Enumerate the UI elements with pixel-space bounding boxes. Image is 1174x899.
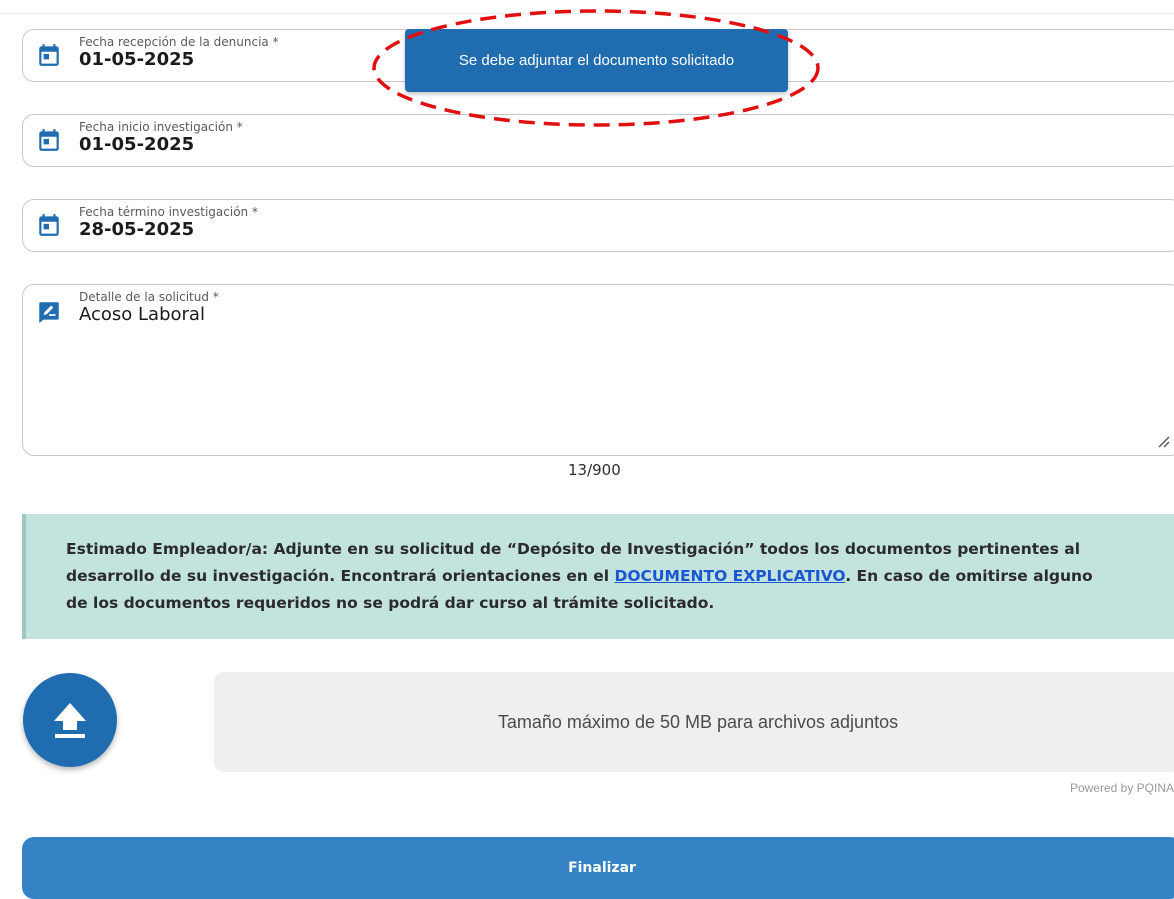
notice-box: Estimado Empleador/a: Adjunte en su soli… [22, 514, 1174, 639]
finalize-button[interactable]: Finalizar [22, 837, 1174, 899]
documento-explicativo-link[interactable]: DOCUMENTO EXPLICATIVO [615, 567, 846, 585]
character-counter: 13/900 [568, 461, 621, 479]
field-label: Detalle de la solicitud * [79, 290, 219, 304]
notice-line-1: Estimado Empleador/a: Adjunte en su soli… [66, 540, 1081, 558]
resize-handle-icon[interactable] [1155, 433, 1171, 449]
annotation-highlight-ellipse [372, 9, 820, 127]
powered-by-link[interactable]: Powered by PQINA [1070, 781, 1174, 795]
file-drop-zone[interactable]: Tamaño máximo de 50 MB para archivos adj… [214, 672, 1174, 772]
field-value: Acoso Laboral [79, 304, 205, 325]
calendar-icon[interactable] [36, 212, 62, 238]
upload-button[interactable] [23, 673, 117, 767]
edit-note-icon [39, 302, 59, 323]
field-label: Fecha término investigación * [79, 205, 258, 219]
notice-line-2: desarrollo de su investigación. Encontra… [66, 563, 1174, 590]
fecha-termino-field[interactable]: Fecha término investigación * 28-05-2025 [22, 199, 1174, 252]
upload-icon [54, 703, 86, 738]
notice-line-3: de los documentos requeridos no se podrá… [66, 594, 715, 612]
detalle-solicitud-textarea[interactable]: Detalle de la solicitud * Acoso Laboral [22, 284, 1174, 456]
field-value: 28-05-2025 [79, 219, 195, 240]
notice-text: desarrollo de su investigación. Encontra… [66, 567, 615, 585]
finalize-label: Finalizar [568, 860, 636, 876]
drop-zone-label: Tamaño máximo de 50 MB para archivos adj… [497, 711, 899, 732]
notice-text: . En caso de omitirse alguno [845, 567, 1093, 585]
